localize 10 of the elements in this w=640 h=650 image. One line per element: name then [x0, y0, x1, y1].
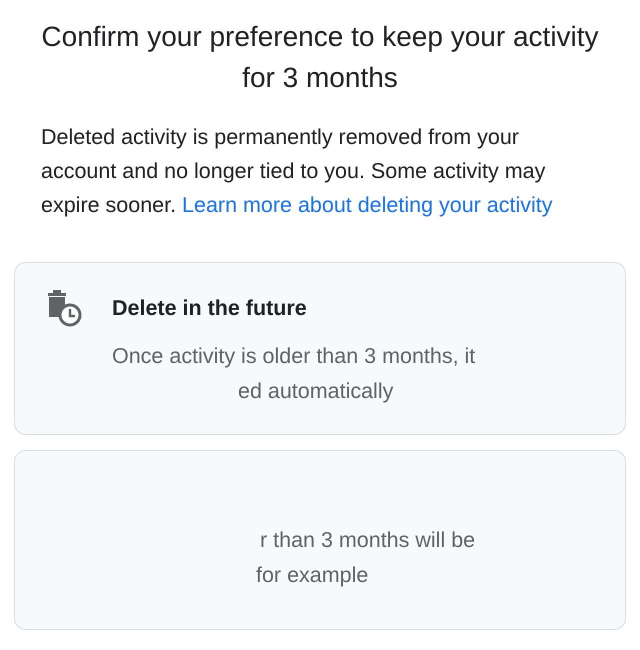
learn-more-link[interactable]: Learn more about deleting your activity	[182, 193, 553, 217]
option-description: r than 3 months will be	[259, 527, 476, 554]
intro-paragraph: Deleted activity is permanently removed from your account and no longer tied to you. Some activity may expire sooner. Learn more about deleting your activity	[41, 124, 554, 219]
option-description: Once activity is older than 3 months, it	[112, 343, 476, 370]
option-description: for example	[255, 562, 370, 589]
option-description: ed automatically	[237, 378, 394, 405]
option-title: Delete in the future	[112, 296, 307, 320]
option-card[interactable]: Delete in the future Once activity is older than 3 months, it ed automatically	[14, 262, 626, 435]
option-card[interactable]: r than 3 months will be for example	[14, 450, 626, 630]
dialog-title: Confirm your preference to keep your activity for 3 months	[40, 20, 600, 95]
